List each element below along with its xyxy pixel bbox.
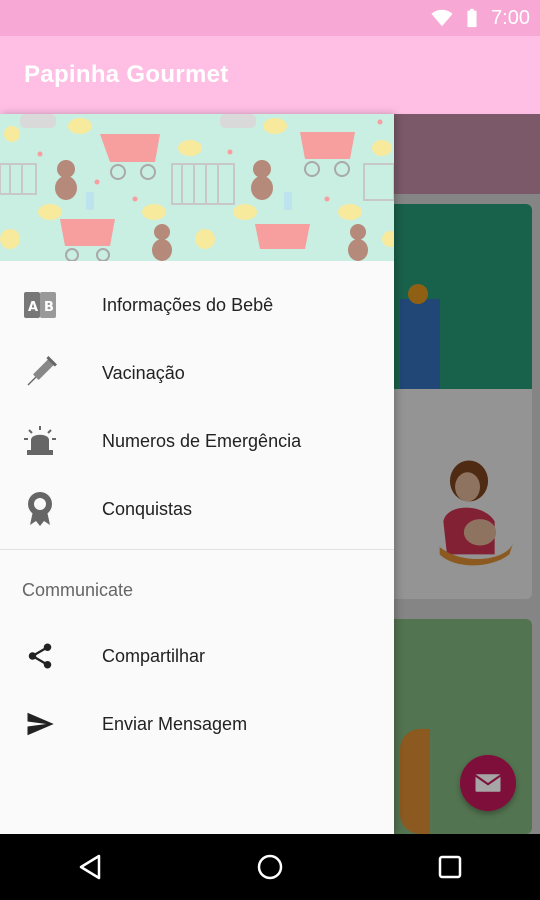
recents-button[interactable] — [430, 847, 470, 887]
siren-icon — [22, 423, 58, 459]
menu-item-emergency-numbers[interactable]: Numeros de Emergência — [0, 407, 394, 475]
app-title: Papinha Gourmet — [24, 61, 229, 88]
app-bar: Papinha Gourmet — [0, 36, 540, 114]
svg-text:B: B — [44, 300, 54, 315]
back-button[interactable] — [70, 847, 110, 887]
email-fab[interactable] — [460, 755, 516, 811]
recents-icon — [438, 855, 462, 879]
drawer-header-pattern — [0, 114, 394, 261]
navigation-drawer: A B Informações do Bebê Vacinação Numero… — [0, 114, 394, 834]
menu-item-share[interactable]: Compartilhar — [0, 622, 394, 690]
communicate-menu: Compartilhar Enviar Mensagem — [0, 622, 394, 758]
baby-pattern-illustration — [0, 114, 394, 261]
menu-item-label: Informações do Bebê — [102, 294, 274, 315]
share-icon — [22, 638, 58, 674]
syringe-icon — [22, 355, 58, 391]
menu-item-label: Conquistas — [102, 498, 193, 519]
fab-scrim — [460, 755, 516, 811]
menu-item-label: Numeros de Emergência — [102, 430, 302, 451]
status-bar: 7:00 — [0, 0, 540, 36]
wifi-icon — [431, 9, 453, 27]
clock: 7:00 — [491, 6, 530, 29]
send-icon — [22, 706, 58, 742]
menu-item-vaccination[interactable]: Vacinação — [0, 339, 394, 407]
battery-icon — [467, 8, 477, 28]
back-icon — [79, 854, 101, 880]
drawer-divider — [0, 549, 394, 550]
menu-item-send-message[interactable]: Enviar Mensagem — [0, 690, 394, 758]
abc-blocks-icon: A B — [22, 287, 58, 323]
home-button[interactable] — [250, 847, 290, 887]
menu-item-label: Enviar Mensagem — [102, 713, 248, 734]
svg-text:A: A — [28, 300, 38, 315]
menu-item-label: Vacinação — [102, 362, 185, 383]
award-icon — [22, 491, 58, 527]
home-icon — [257, 854, 283, 880]
menu-item-label: Compartilhar — [102, 645, 206, 666]
drawer-menu: A B Informações do Bebê Vacinação Numero… — [0, 261, 394, 543]
menu-item-achievements[interactable]: Conquistas — [0, 475, 394, 543]
system-navigation-bar — [0, 834, 540, 900]
menu-item-baby-info[interactable]: A B Informações do Bebê — [0, 271, 394, 339]
section-title: Communicate — [22, 579, 134, 600]
